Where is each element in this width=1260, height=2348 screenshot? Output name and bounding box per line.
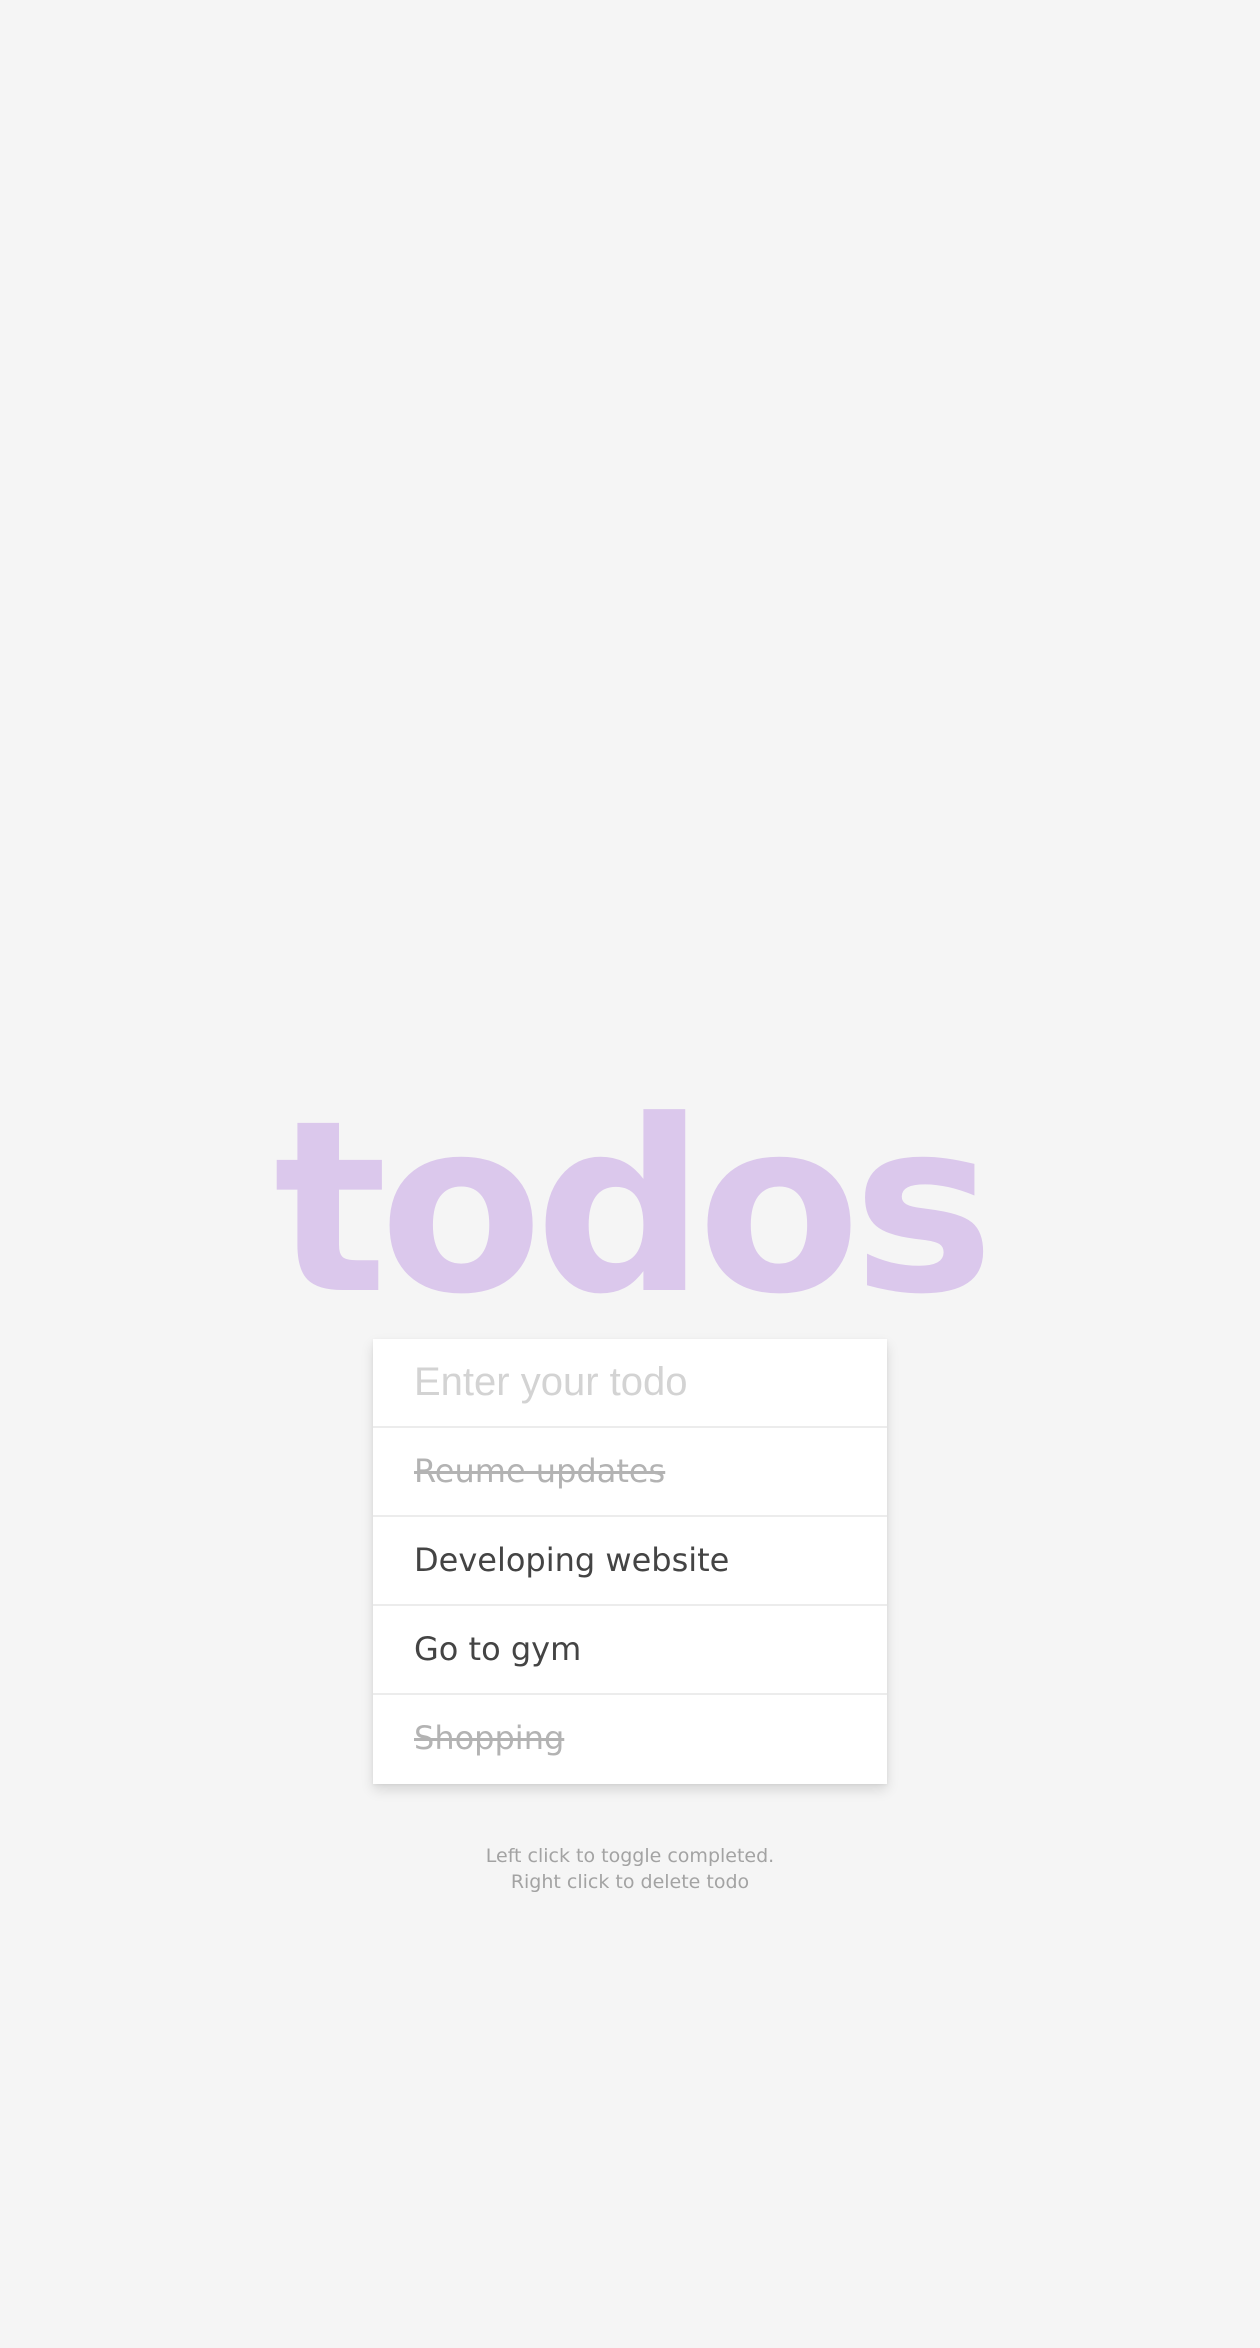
todo-item[interactable]: Shopping (373, 1695, 887, 1784)
todo-list: Reume updates Developing website Go to g… (373, 1428, 887, 1784)
instructions: Left click to toggle completed. Right cl… (0, 1843, 1260, 1895)
instructions-delete-hint: Right click to delete todo (510, 1871, 750, 1893)
todo-item[interactable]: Go to gym (373, 1606, 887, 1695)
todo-item[interactable]: Reume updates (373, 1428, 887, 1517)
todo-card: Reume updates Developing website Go to g… (373, 1339, 887, 1784)
app-title: todos (273, 1070, 995, 1348)
todo-item[interactable]: Developing website (373, 1517, 887, 1606)
todo-input[interactable] (373, 1339, 887, 1428)
instructions-toggle-hint: Left click to toggle completed. (485, 1845, 775, 1867)
